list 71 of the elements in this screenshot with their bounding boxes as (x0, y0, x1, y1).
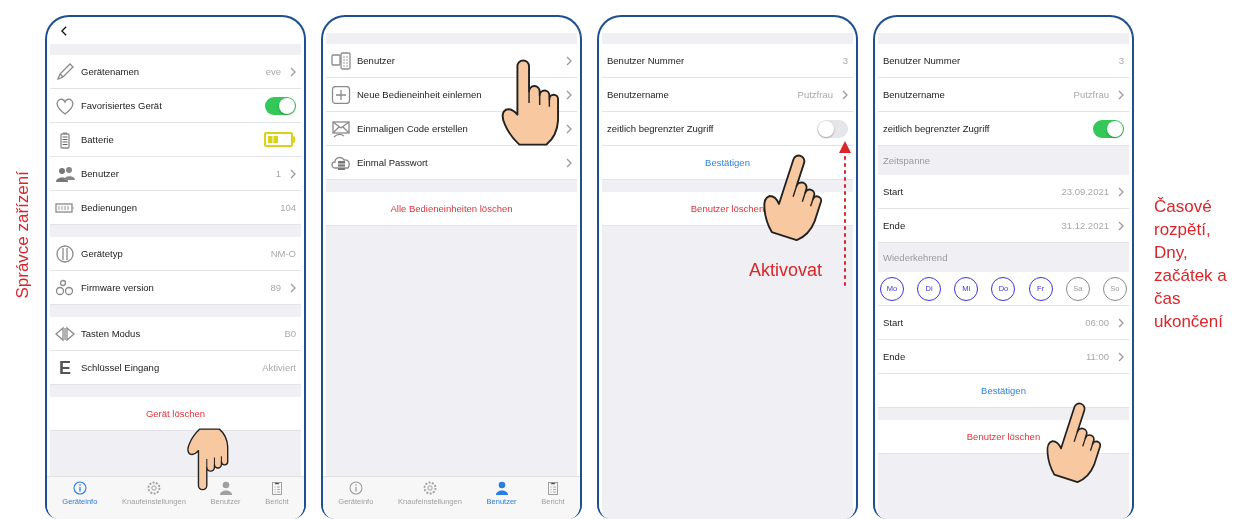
row-label: Gerätenamen (81, 66, 140, 77)
row-value: Aktiviert (262, 362, 296, 373)
row-label: Benutzer (357, 55, 396, 66)
delete-button[interactable]: Benutzer löschen (690, 203, 765, 214)
row-label: zeitlich begrenzter Zugriff (883, 123, 990, 134)
delete-button[interactable]: Alle Bedieneinheiten löschen (390, 203, 513, 214)
row-label: Benutzername (607, 89, 669, 100)
row-value: 3 (842, 55, 848, 66)
row-label: Favorisiertes Gerät (81, 100, 162, 111)
row-label: Ende (883, 351, 906, 362)
row-value: 23.09.2021 (1061, 186, 1109, 197)
row-label: Einmaligen Code erstellen (357, 123, 468, 134)
toggle-switch[interactable] (265, 96, 296, 115)
row-label: Benutzer Nummer (607, 55, 685, 66)
row-label: Gerätetyp (81, 248, 123, 259)
settings-icon (423, 481, 437, 495)
confirm-button[interactable]: Bestätigen (705, 157, 750, 168)
pencil-icon (55, 62, 75, 81)
settings-icon (147, 481, 161, 495)
side-note: Časové rozpětí, Dny, začátek a čas ukončení (1154, 196, 1228, 333)
row-value: 06:00 (1085, 317, 1109, 328)
person-icon (494, 481, 509, 495)
heart-icon (55, 96, 75, 115)
row-label: Ende (883, 220, 906, 231)
delete-button[interactable]: Gerät löschen (145, 408, 206, 419)
row-value: 11:00 (1085, 351, 1109, 362)
row-label: Benutzer (81, 168, 120, 179)
envelope-icon (331, 119, 351, 138)
arrows-icon (55, 324, 75, 343)
row-label: Firmware version (81, 282, 154, 293)
confirm-button[interactable]: Bestätigen (981, 385, 1026, 396)
row-label: zeitlich begrenzter Zugriff (607, 123, 714, 134)
row-value: 89 (270, 282, 281, 293)
row-value: Putzfrau (1073, 89, 1109, 100)
info-icon (348, 481, 363, 495)
row-label: Benutzer Nummer (883, 55, 961, 66)
row-value: 104 (280, 202, 296, 213)
clipboard-icon (270, 481, 284, 495)
row-value: 1 (275, 168, 281, 179)
row-label: Batterie (81, 134, 114, 145)
users-icon (55, 164, 75, 183)
plus-icon (331, 85, 351, 104)
row-label: Start (883, 186, 904, 197)
info-icon (72, 481, 87, 495)
dial-icon (55, 244, 75, 263)
back-icon[interactable] (61, 25, 67, 36)
row-value: 31.12.2021 (1061, 220, 1109, 231)
person-icon (218, 481, 233, 495)
row-label: Einmal Passwort (357, 157, 428, 168)
letter-icon: E (55, 358, 75, 377)
section-header: Wiederkehrend (883, 252, 948, 263)
keypad-icon (331, 51, 351, 70)
toggle-switch[interactable] (817, 119, 848, 138)
row-label: Benutzername (883, 89, 945, 100)
row-value: Putzfrau (797, 89, 833, 100)
section-header: Zeitspanne (883, 155, 930, 166)
row-label: Tasten Modus (81, 328, 141, 339)
clipboard-icon (546, 481, 560, 495)
toggle-switch[interactable] (1093, 119, 1124, 138)
row-value: B0 (284, 328, 296, 339)
row-value: NM-O (270, 248, 296, 259)
row-label: Neue Bedieneinheit einlernen (357, 89, 482, 100)
row-value: eve (265, 66, 281, 77)
row-label: Schlüssel Eingang (81, 362, 160, 373)
battery-level-icon (264, 132, 296, 147)
row-label: Start (883, 317, 904, 328)
row-value: 3 (1118, 55, 1124, 66)
row-label: Bedienungen (81, 202, 137, 213)
annotation-label: Aktivovat (749, 260, 823, 281)
delete-button[interactable]: Benutzer löschen (966, 431, 1041, 442)
side-caption: Správce zařízení (12, 170, 33, 299)
